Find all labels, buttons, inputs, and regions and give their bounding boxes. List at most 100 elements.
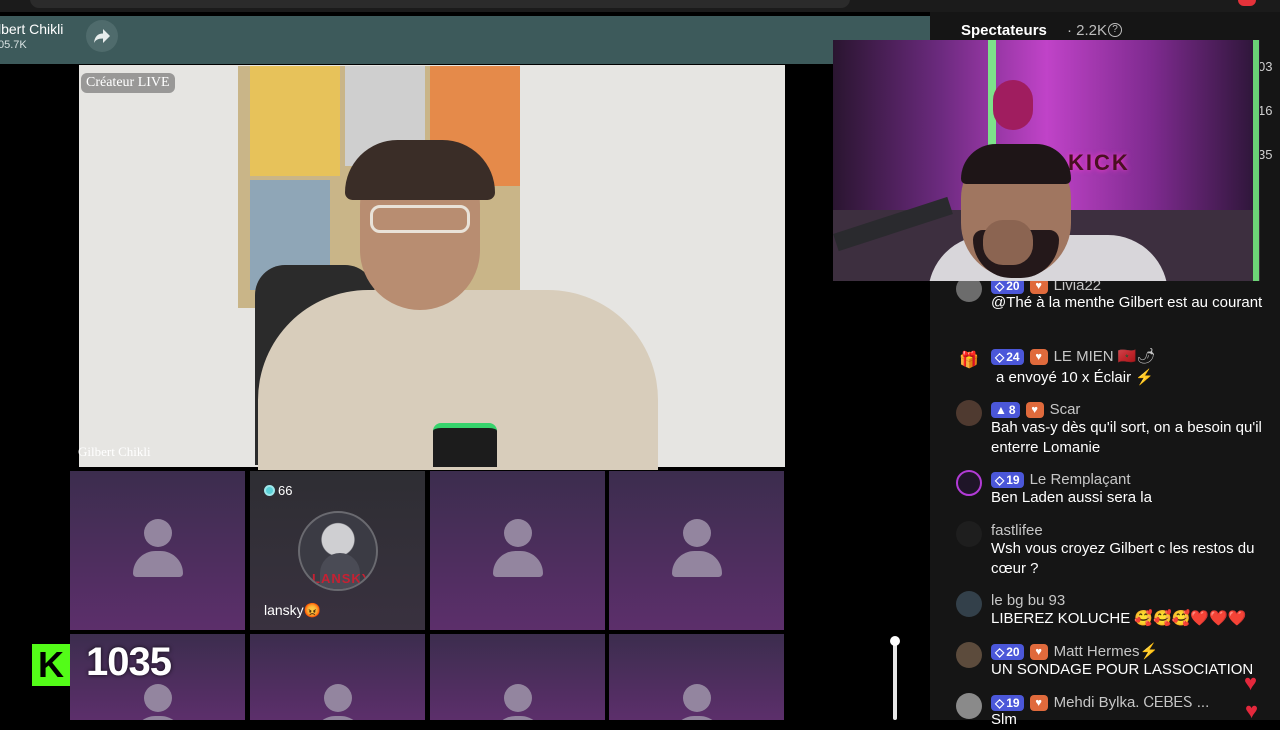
chat-text: Ben Laden aussi sera la — [991, 489, 1152, 506]
browser-address-bar[interactable] — [30, 0, 850, 8]
user-placeholder-icon — [132, 684, 183, 720]
chat-username[interactable]: fastlifee — [991, 521, 1043, 541]
fan-heart-icon: ♥ — [1029, 644, 1048, 660]
chat-username[interactable]: Matt Hermes⚡ — [1054, 642, 1159, 662]
user-placeholder-icon — [671, 684, 722, 720]
cam-person-hair — [961, 144, 1071, 184]
guest-slot-empty[interactable] — [430, 634, 605, 720]
user-avatar[interactable] — [956, 400, 982, 426]
chat-message[interactable]: ◇ 19 ♥ Mehdi Bylka. ᏟᎬᏴᎬᏚ ... Slm — [956, 693, 1266, 728]
host-name[interactable]: lbert Chikli — [0, 21, 63, 37]
chat-text: LIBEREZ KOLUCHE 🥰🥰🥰❤️❤️❤️ — [991, 610, 1247, 627]
guest-slot-empty[interactable] — [250, 634, 425, 720]
fan-heart-icon: ♥ — [1025, 402, 1044, 418]
guest-avatar: LANSKY — [298, 511, 378, 591]
user-placeholder-icon — [312, 684, 363, 720]
chat-message[interactable]: ◇ 20 ♥ Matt Hermes⚡ UN SONDAGE POUR LASSO… — [956, 642, 1266, 682]
lightning-icon: ⚡ — [1135, 369, 1154, 386]
chat-text: @Thé à la menthe Gilbert est au courant — [991, 294, 1263, 311]
person-icon: ▲ — [995, 403, 1007, 417]
microphone — [433, 423, 497, 467]
volume-slider[interactable] — [893, 640, 897, 720]
guest-slot-empty[interactable] — [70, 471, 245, 630]
volume-slider-knob[interactable] — [890, 636, 900, 646]
level-number: 8 — [1008, 403, 1016, 417]
user-avatar[interactable] — [956, 693, 982, 719]
user-placeholder-icon — [132, 519, 183, 577]
chat-header: le bg bu 93 — [991, 591, 1065, 611]
creator-live-badge: Créateur LIVE — [81, 73, 175, 93]
chat-header: ◇ 19 Le Remplaçant — [991, 470, 1131, 490]
help-icon[interactable]: ? — [1108, 23, 1122, 37]
host-hair — [345, 140, 495, 200]
chat-text: UN SONDAGE POUR LASSOCIATION — [991, 661, 1254, 678]
level-number: 20 — [1006, 645, 1020, 659]
guest-slot-empty[interactable] — [609, 471, 784, 630]
gem-icon — [264, 485, 275, 496]
user-avatar[interactable] — [956, 591, 982, 617]
viewers-count: · 2.2K — [1067, 22, 1108, 39]
diamond-icon: ◇ — [995, 350, 1005, 364]
chat-username[interactable]: le bg bu 93 — [991, 591, 1065, 611]
guest-badge-count: 66 — [278, 483, 293, 498]
chat-username[interactable]: Scar — [1050, 400, 1081, 420]
user-avatar[interactable] — [956, 521, 982, 547]
share-arrow-icon — [94, 29, 110, 43]
user-avatar[interactable] — [956, 642, 982, 668]
user-placeholder-icon — [492, 519, 543, 577]
level-badge: ◇ 24 — [991, 349, 1024, 365]
edge-number: 16 — [1258, 103, 1273, 118]
cam-neon-sign: KICK — [1068, 150, 1130, 175]
level-badge: ◇ 19 — [991, 695, 1024, 711]
video-host-name: Gilbert Chikli — [78, 444, 151, 459]
guest-name: lansky😡 — [264, 602, 322, 618]
chat-gift-message[interactable]: 🎁 ◇ 24 ♥ LE MIEN 🇲🇦🌶 a envoyé 10 x Éclair… — [956, 347, 1266, 391]
guest-slot-lansky[interactable]: 66 LANSKY lansky😡 — [250, 471, 425, 630]
fan-heart-icon: ♥ — [1029, 695, 1048, 711]
poster-panel — [250, 66, 340, 176]
chat-username[interactable]: LE MIEN 🇲🇦🌶 — [1054, 347, 1156, 367]
cam-led-strip — [1253, 40, 1259, 281]
level-number: 19 — [1006, 473, 1020, 487]
edge-number: 35 — [1258, 147, 1273, 162]
host-follower-count: 05.7K — [0, 39, 27, 51]
chat-text: Wsh vous croyez Gilbert c les restos du … — [991, 540, 1255, 577]
avatar-text: LANSKY — [312, 571, 372, 586]
guest-slot-empty[interactable] — [609, 634, 784, 720]
chat-text: Bah vas-y dès qu'il sort, on a besoin qu… — [991, 419, 1262, 456]
user-placeholder-icon — [492, 684, 543, 720]
chat-gift-text: a envoyé 10 x Éclair ⚡ — [996, 368, 1271, 388]
chat-message[interactable]: ◇ 19 Le Remplaçant Ben Laden aussi sera l… — [956, 470, 1266, 510]
chat-message[interactable]: le bg bu 93 LIBEREZ KOLUCHE 🥰🥰🥰❤️❤️❤️ — [956, 591, 1266, 631]
chat-header: ▲ 8 ♥ Scar — [991, 400, 1080, 420]
chat-message[interactable]: ◇ 20 ♥ Livia22 @Thé à la menthe Gilbert e… — [956, 276, 1266, 332]
chat-message[interactable]: fastlifee Wsh vous croyez Gilbert c les … — [956, 521, 1266, 579]
kick-logo-icon: K — [32, 644, 70, 686]
live-header — [0, 16, 930, 64]
viewers-title[interactable]: Spectateurs — [961, 22, 1047, 39]
chat-header: ◇ 24 ♥ LE MIEN 🇲🇦🌶 — [991, 347, 1156, 367]
guest-level-badge: 66 — [264, 483, 292, 498]
level-badge: ◇ 20 — [991, 644, 1024, 660]
level-number: 24 — [1006, 350, 1020, 364]
chat-username[interactable]: Le Remplaçant — [1030, 470, 1131, 490]
floating-heart-icon: ♥ — [1245, 698, 1259, 723]
diamond-icon: ◇ — [995, 473, 1005, 487]
share-button[interactable] — [86, 20, 118, 52]
diamond-icon: ◇ — [995, 645, 1005, 659]
level-badge: ◇ 19 — [991, 472, 1024, 488]
gift-icon: 🎁 — [959, 352, 979, 369]
cam-wall-logo — [993, 80, 1033, 130]
floating-heart-icon: ♥ — [1244, 670, 1258, 695]
kick-viewer-count: 1035 — [86, 640, 172, 684]
cam-person-hand — [983, 220, 1033, 265]
guest-slot-empty[interactable] — [430, 471, 605, 630]
chat-message[interactable]: ▲ 8 ♥ Scar Bah vas-y dès qu'il sort, on a… — [956, 400, 1266, 458]
fan-heart-icon: ♥ — [1029, 349, 1048, 365]
edge-number: 03 — [1258, 59, 1273, 74]
chat-header: ◇ 20 ♥ Matt Hermes⚡ — [991, 642, 1158, 662]
host-glasses — [370, 205, 470, 233]
chat-text: Slm — [991, 711, 1017, 728]
user-avatar[interactable] — [956, 470, 982, 496]
overlay-webcam[interactable]: KICK — [833, 40, 1260, 281]
